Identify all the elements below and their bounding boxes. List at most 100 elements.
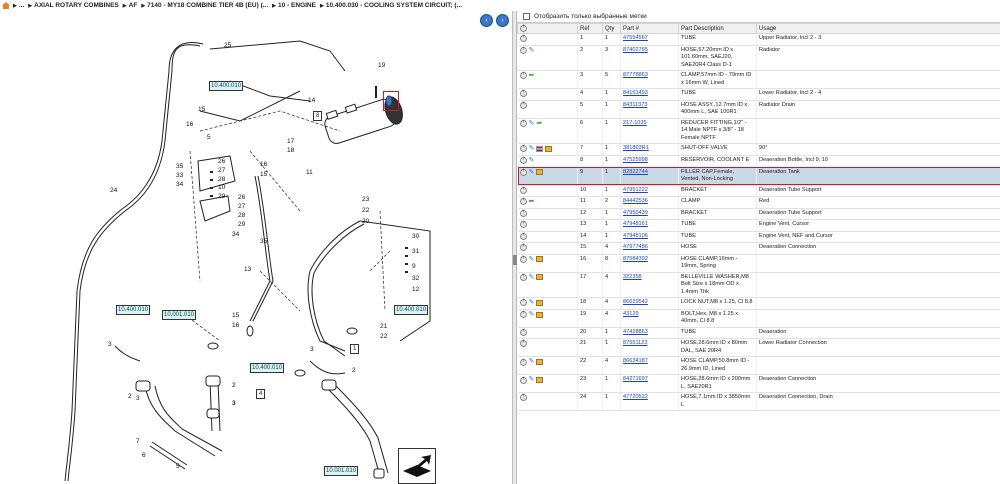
part-number-link[interactable]: 47948161 [623, 221, 648, 227]
add-to-cart-icon[interactable] [519, 255, 527, 263]
part-number-link[interactable]: 84311373 [623, 102, 647, 108]
callout-label[interactable]: 15 [198, 106, 205, 113]
reference-tag[interactable]: 10.400.010 [250, 363, 285, 373]
part-number-link[interactable]: 87778863 [623, 72, 648, 78]
home-icon[interactable] [2, 2, 10, 9]
callout-label[interactable]: 19 [378, 62, 385, 69]
add-to-cart-icon[interactable] [519, 376, 527, 384]
table-row[interactable]: ✎ 16887584392 HOSE CLAMP,16mm - 19mm, Spri… [517, 254, 1000, 273]
wrench-icon[interactable]: ✎ [529, 376, 535, 384]
add-to-cart-icon[interactable] [519, 339, 527, 348]
package-icon[interactable] [536, 256, 544, 263]
callout-label[interactable]: 25 [224, 42, 231, 49]
part-number-link[interactable]: 87551123 [623, 340, 647, 346]
table-row[interactable]: 5184311373 HOSE ASSY.,12.7mm ID x 400mm L… [517, 100, 1000, 119]
add-to-cart-icon[interactable] [519, 186, 527, 194]
add-to-cart-icon[interactable] [519, 144, 527, 153]
add-to-cart-icon[interactable] [519, 232, 527, 240]
table-row[interactable]: ➦ 11284442536 CLAMPRed [517, 196, 1000, 209]
parts-diagram[interactable]: 25 19 14 15 16 5 17 18 11 35 33 34 26 27… [0, 11, 512, 484]
callout-label[interactable]: 14 [308, 97, 315, 104]
reference-tag[interactable]: 10.001.010 [162, 310, 197, 320]
callout-label[interactable]: 15 [260, 171, 267, 178]
callout-label[interactable]: 18 [287, 147, 294, 154]
callout-label[interactable]: 16 [232, 322, 239, 329]
part-number-link[interactable]: 217-1035 [623, 120, 647, 126]
add-to-cart-icon[interactable] [519, 156, 527, 165]
selected-only-checkbox[interactable] [523, 13, 530, 20]
wrench-icon[interactable]: ✎ [529, 169, 535, 177]
table-row[interactable]: 4184151493 TUBELower Radiator, Incl 2 - 4 [517, 88, 1000, 101]
callout-label[interactable]: 28 [238, 212, 245, 219]
part-number-link[interactable]: 47720522 [623, 394, 648, 400]
add-to-cart-icon[interactable] [519, 71, 527, 80]
table-row[interactable]: ✎ 23184271697 HOSE,28.6mm ID x 200mm L, SA… [517, 374, 1000, 394]
add-to-cart-icon[interactable] [519, 220, 527, 229]
column-header-description[interactable]: Part Description [678, 22, 757, 35]
callout-label[interactable]: 28 [218, 176, 225, 183]
callout-label[interactable]: 23 [362, 196, 369, 203]
table-row[interactable]: ✎ 8147525998 RESERVOIR, COOLANT EDeaeratio… [517, 155, 1000, 168]
callout-label[interactable]: 33 [176, 172, 183, 179]
table-row[interactable]: ✎ 19443129 BOLT,Hex, M8 x 1.25 x 40mm, Cl … [517, 309, 1000, 328]
part-number-link[interactable]: 87402765 [623, 47, 648, 53]
callout-label[interactable]: 3 [108, 341, 112, 348]
table-row[interactable]: ✎ 174322358 BELLEVILLE WASHER,M8 Bolt Size… [517, 272, 1000, 299]
table-row[interactable]: ✎➦61217-1035REDUCER FITTING,1/2" - 14 Ma… [517, 118, 1000, 145]
package-icon[interactable] [536, 299, 544, 306]
export-logo-icon[interactable] [398, 448, 436, 484]
callout-label[interactable]: 15 [232, 312, 239, 319]
back-button[interactable]: ‹ [480, 14, 493, 27]
callout-label[interactable]: 26 [218, 158, 225, 165]
callout-label[interactable]: 30 [412, 233, 419, 240]
callout-label[interactable]: 16 [186, 121, 193, 128]
table-row[interactable]: ✎ 2387402765 HOSE,57.20mm ID x 101.60mm, S… [517, 45, 1000, 72]
column-header-part[interactable]: Part # [620, 22, 679, 35]
part-number-link[interactable]: 82822744 [623, 169, 648, 175]
callout-label[interactable]: 16 [260, 161, 267, 168]
table-row[interactable]: 21187551123 HOSE,28.6mm ID x 80mm DAL, SA… [517, 338, 1000, 358]
callout-label[interactable]: 9 [412, 263, 416, 270]
callout-label[interactable]: 2 [128, 393, 132, 400]
package-icon[interactable] [536, 377, 544, 384]
add-to-cart-icon[interactable] [519, 358, 527, 366]
wrench-icon[interactable]: ✎ [529, 145, 535, 153]
part-number-link[interactable]: 47428863 [623, 329, 648, 335]
table-row[interactable]: 1147554567TUBEUpper Radiator, Incl 2 - 3 [517, 33, 1000, 46]
group-box-label[interactable]: 1 [350, 344, 360, 354]
breadcrumb-item[interactable]: 10.400.030 - COOLING SYSTEM CIRCUIT; (..… [326, 2, 462, 9]
add-to-cart-icon[interactable] [519, 46, 527, 54]
column-header-qty[interactable]: Qty [602, 22, 621, 35]
table-row[interactable]: 12147950439 BRACKETDeaeration Tube Suppor… [517, 208, 1000, 221]
add-to-cart-icon[interactable] [519, 273, 527, 281]
callout-label[interactable]: 27 [238, 203, 245, 210]
part-number-link[interactable]: 47948106 [623, 233, 648, 239]
group-box-label[interactable]: 8 [313, 111, 323, 121]
breadcrumb-item[interactable]: ... [19, 2, 24, 9]
callout-label[interactable]: 22 [380, 333, 387, 340]
callout-label[interactable]: 29 [218, 193, 225, 200]
part-number-link[interactable]: 86634187 [623, 358, 648, 364]
callout-label[interactable]: 34 [232, 231, 239, 238]
add-to-cart-icon[interactable] [519, 119, 527, 127]
table-row[interactable]: ✎ 71381803R1 SHUT-OFF VALVE90° [517, 143, 1000, 156]
wrench-icon[interactable]: ✎ [529, 274, 535, 282]
column-header-usage[interactable]: Usage [756, 22, 1000, 35]
add-to-cart-icon[interactable] [519, 168, 527, 176]
share-arrow-icon[interactable]: ➦ [536, 120, 542, 128]
callout-label[interactable]: 32 [412, 275, 419, 282]
callout-label[interactable]: 10 [218, 184, 225, 191]
callout-label[interactable]: 21 [380, 323, 387, 330]
callout-label[interactable]: 13 [244, 266, 251, 273]
callout-label[interactable]: 5 [176, 463, 180, 470]
add-to-cart-icon[interactable] [519, 328, 527, 336]
add-to-cart-icon[interactable] [519, 101, 527, 109]
package-icon[interactable] [536, 311, 544, 318]
reference-tag[interactable]: 10.400.010 [116, 305, 151, 315]
callout-label[interactable]: 20 [362, 218, 369, 225]
breadcrumb-item[interactable]: 10 - ENGINE [278, 2, 316, 9]
part-number-link[interactable]: 84271697 [623, 376, 648, 382]
callout-label[interactable]: 2 [232, 382, 236, 389]
wrench-icon[interactable]: ✎ [529, 256, 535, 264]
callout-label[interactable]: 24 [110, 187, 117, 194]
